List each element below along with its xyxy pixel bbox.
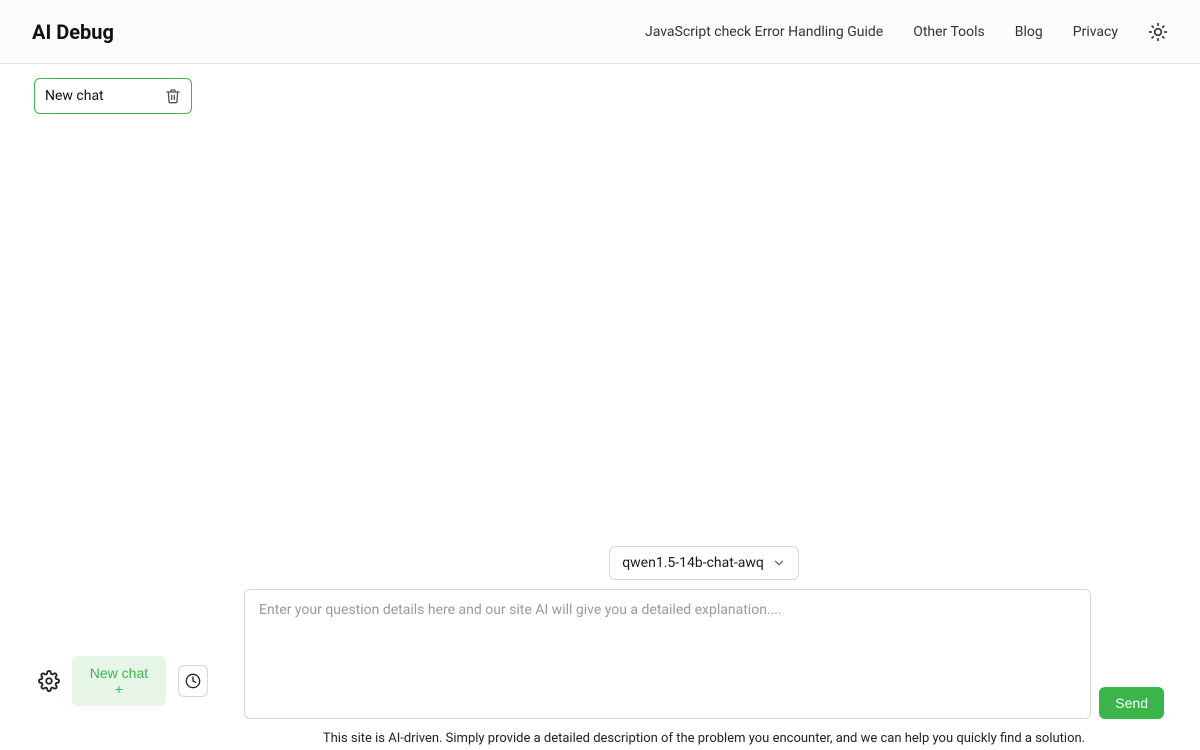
- nav-link-privacy[interactable]: Privacy: [1073, 24, 1118, 40]
- history-clock-button[interactable]: [178, 665, 208, 697]
- nav-link-other-tools[interactable]: Other Tools: [913, 24, 985, 40]
- trash-icon[interactable]: [165, 88, 181, 104]
- main-area: qwen1.5-14b-chat-awq Send This site is A…: [208, 64, 1200, 750]
- brand-title: AI Debug: [32, 20, 114, 44]
- composer-row: Send: [244, 589, 1164, 719]
- question-input[interactable]: [244, 589, 1091, 719]
- nav-links: JavaScript check Error Handling Guide Ot…: [645, 22, 1168, 42]
- theme-toggle-sun-icon[interactable]: [1148, 22, 1168, 42]
- nav-link-blog[interactable]: Blog: [1015, 24, 1043, 40]
- clock-icon: [185, 673, 201, 689]
- topbar: AI Debug JavaScript check Error Handling…: [0, 0, 1200, 64]
- nav-link-js-guide[interactable]: JavaScript check Error Handling Guide: [645, 24, 883, 40]
- chevron-down-icon: [772, 556, 786, 570]
- disclaimer-text: This site is AI-driven. Simply provide a…: [323, 731, 1085, 746]
- sidebar: New chat New chat +: [0, 64, 208, 750]
- settings-gear-icon[interactable]: [38, 670, 60, 692]
- model-select[interactable]: qwen1.5-14b-chat-awq: [609, 546, 799, 580]
- composer-wrap: qwen1.5-14b-chat-awq Send This site is A…: [244, 546, 1164, 750]
- model-select-label: qwen1.5-14b-chat-awq: [622, 555, 764, 571]
- new-chat-button[interactable]: New chat +: [72, 656, 166, 706]
- sidebar-bottom-controls: New chat +: [0, 656, 208, 736]
- send-button[interactable]: Send: [1099, 687, 1164, 719]
- sidebar-chat-label: New chat: [45, 88, 104, 104]
- sidebar-chat-item[interactable]: New chat: [34, 78, 192, 114]
